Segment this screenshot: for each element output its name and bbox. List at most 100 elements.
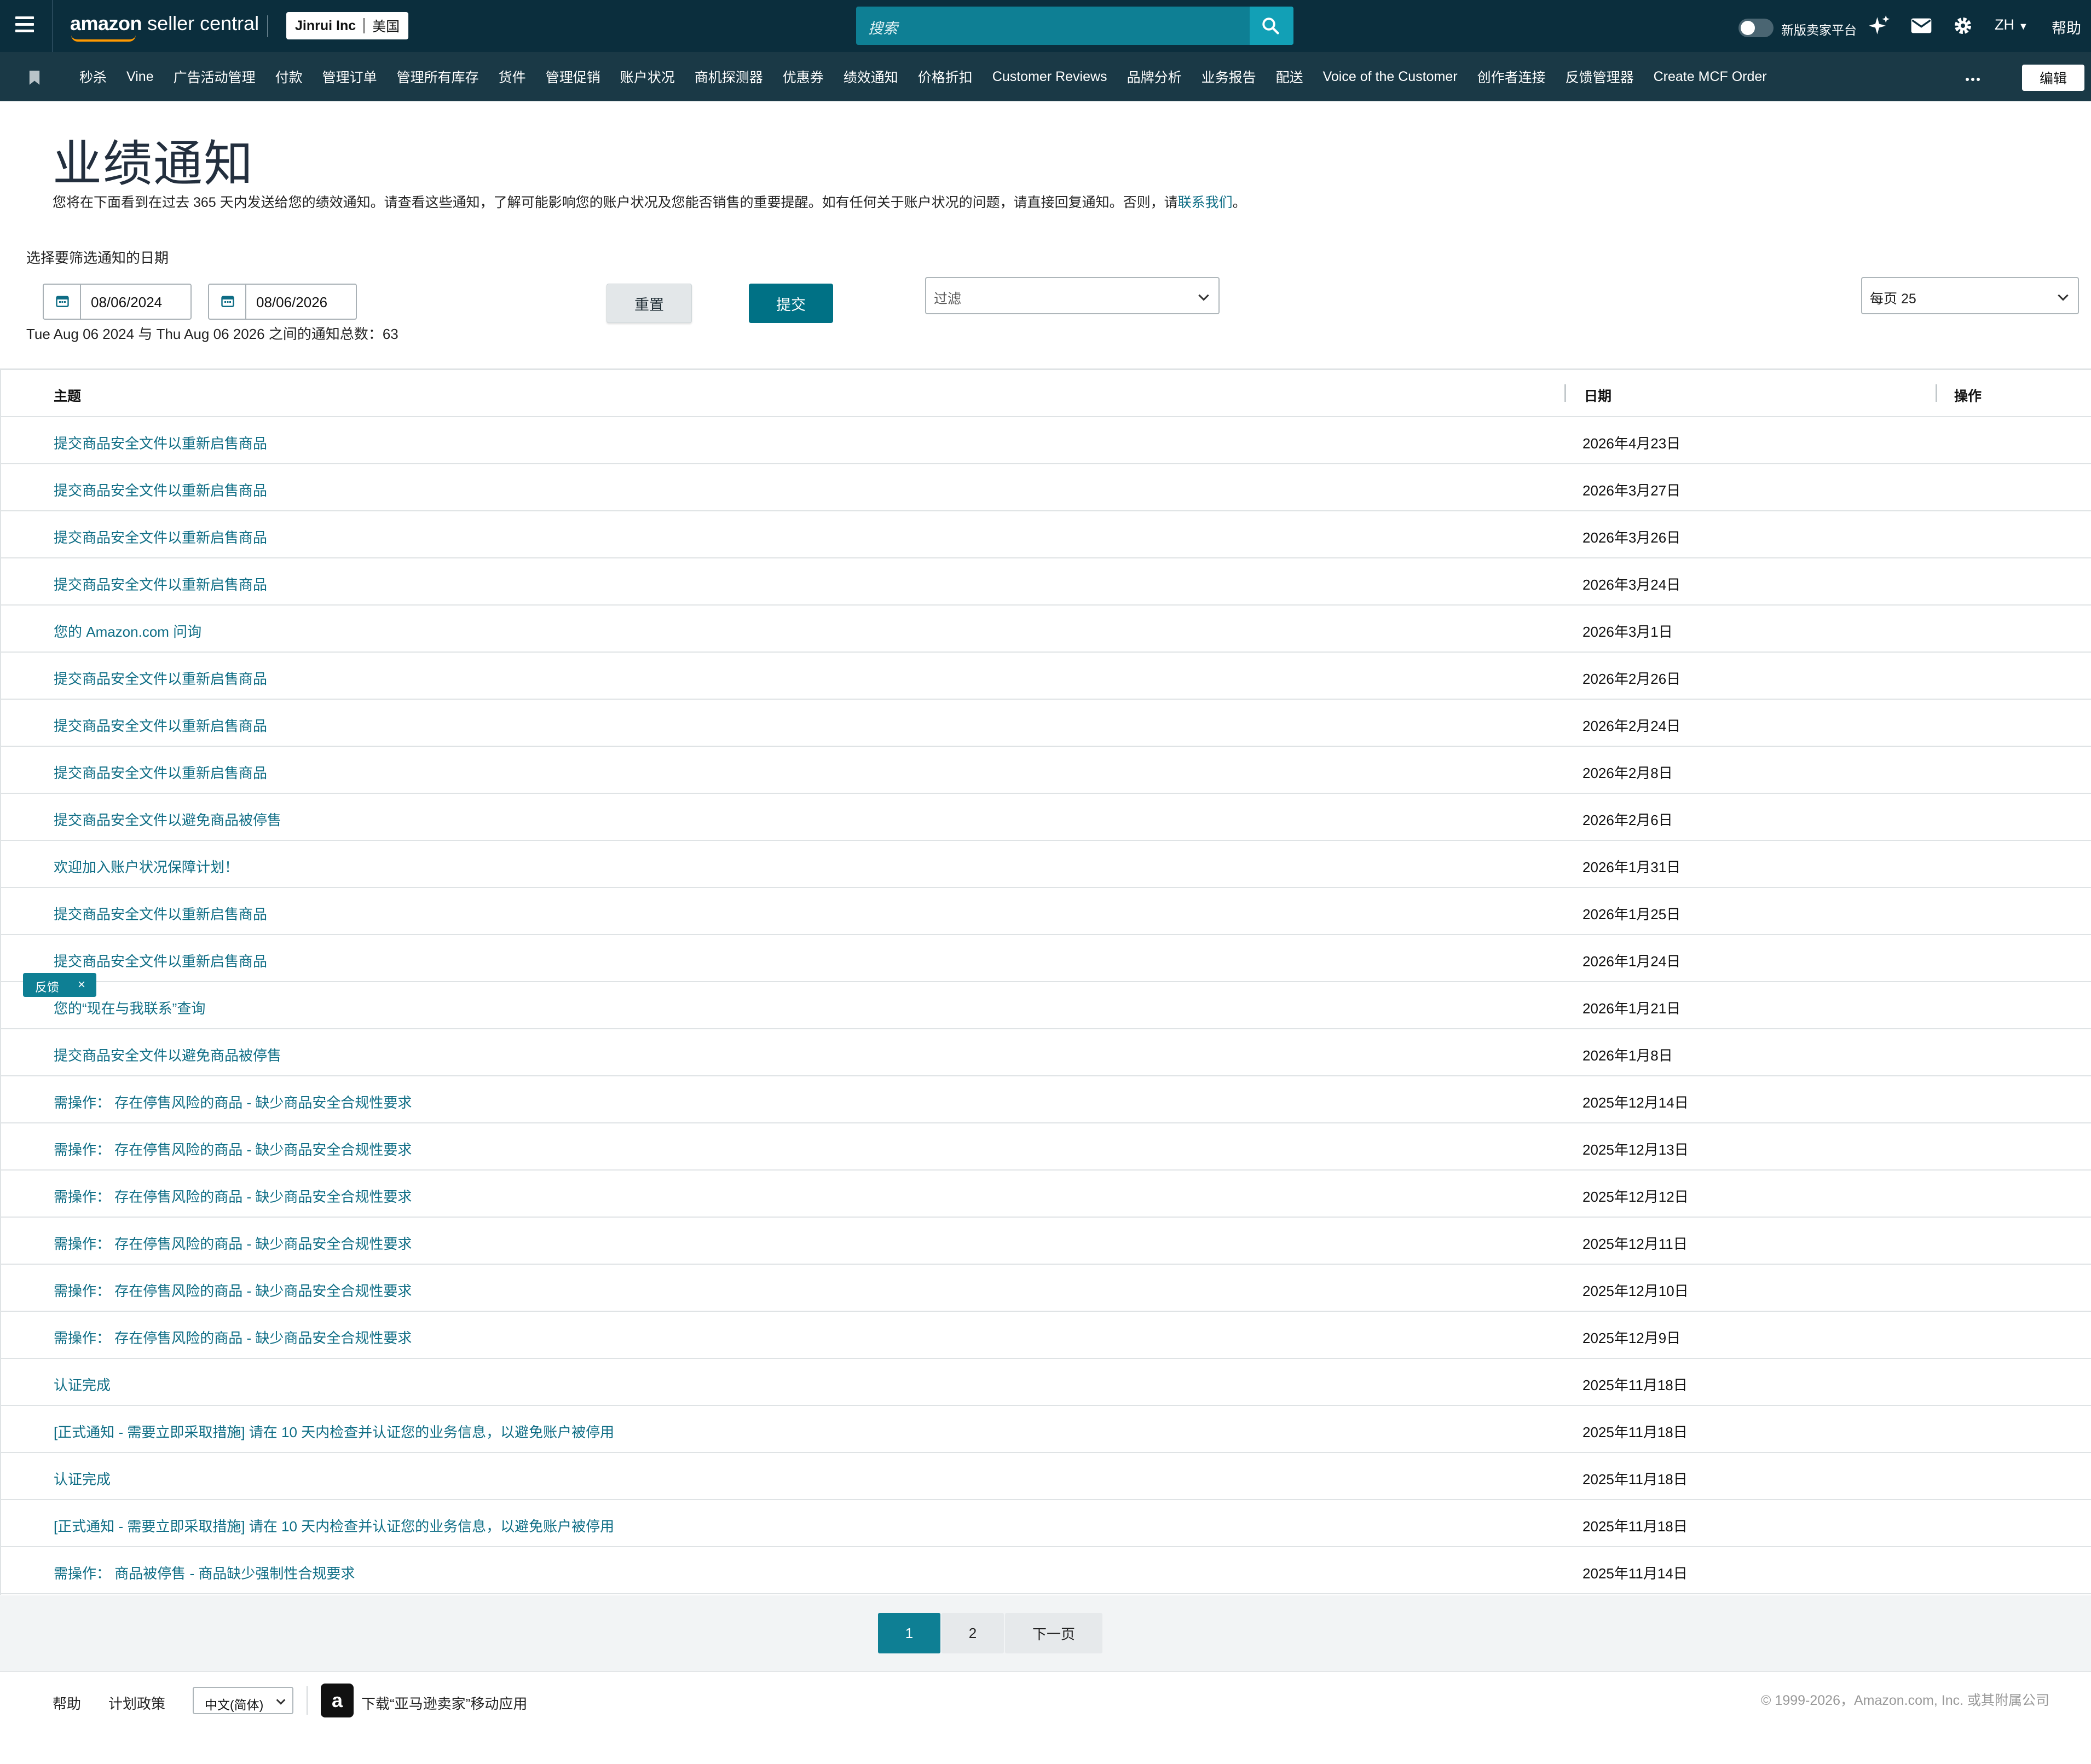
logo-seller-text: seller central [147,12,259,34]
notification-subject-link[interactable]: [正式通知 - 需要立即采取措施] 请在 10 天内检查并认证您的业务信息，以避… [54,1515,614,1536]
reset-button[interactable]: 重置 [606,284,692,323]
app-download-link[interactable]: 下载“亚马逊卖家”移动应用 [361,1693,527,1713]
account-switcher[interactable]: Jinrui Inc 美国 [286,12,409,39]
notification-subject-link[interactable]: 提交商品安全文件以重新启售商品 [54,433,267,453]
notification-subject-link[interactable]: 提交商品安全文件以重新启售商品 [54,480,267,500]
nav-item[interactable]: 货件 [489,67,536,87]
notification-subject-link[interactable]: 提交商品安全文件以重新启售商品 [54,762,267,782]
notification-subject-link[interactable]: 提交商品安全文件以重新启售商品 [54,715,267,735]
table-row: 提交商品安全文件以重新启售商品 2026年2月24日 [0,700,2091,747]
notification-subject-link[interactable]: 认证完成 [54,1374,111,1394]
notification-subject-link[interactable]: 您的 Amazon.com 问询 [54,621,201,641]
per-page-dropdown[interactable]: 每页 25 [1861,277,2079,314]
end-date-field[interactable]: 08/06/2026 [208,284,357,320]
nav-item[interactable]: Create MCF Order [1644,69,1777,85]
nav-item[interactable]: 付款 [265,67,313,87]
nav-item[interactable]: Voice of the Customer [1313,69,1468,85]
next-page-button[interactable]: 下一页 [1005,1613,1102,1653]
search-button[interactable] [1250,7,1293,45]
column-divider [1564,384,1566,402]
language-selector[interactable]: ZH ▼ [1995,16,2028,33]
nav-item[interactable]: 绩效通知 [834,67,908,87]
nav-item[interactable]: Customer Reviews [983,69,1117,85]
nav-item[interactable]: 配送 [1266,67,1313,87]
submit-button[interactable]: 提交 [749,284,833,323]
nav-item[interactable]: 商机探测器 [685,67,773,87]
calendar-icon[interactable] [209,285,246,319]
seller-central-logo[interactable]: amazon seller central [70,12,259,35]
notification-subject-link[interactable]: 欢迎加入账户状况保障计划！ [54,856,239,877]
nav-item[interactable]: 管理所有库存 [387,67,489,87]
mail-icon[interactable] [1910,16,1932,35]
notification-subject-link[interactable]: 提交商品安全文件以重新启售商品 [54,527,267,547]
table-row: 需操作： 存在停售风险的商品 - 缺少商品安全合规性要求 2025年12月11日 [0,1218,2091,1265]
nav-item[interactable]: 账户状况 [610,67,685,87]
nav-item[interactable]: 价格折扣 [908,67,983,87]
notification-count-summary: Tue Aug 06 2024 与 Thu Aug 06 2026 之间的通知总… [26,326,398,342]
divider [307,1686,308,1715]
filter-dropdown[interactable]: 过滤 [925,277,1220,314]
notification-subject-link[interactable]: 提交商品安全文件以重新启售商品 [54,668,267,688]
nav-item[interactable]: 管理促销 [536,67,610,87]
notification-subject-link[interactable]: 提交商品安全文件以重新启售商品 [54,903,267,924]
nav-item[interactable]: 反馈管理器 [1556,67,1644,87]
nav-item[interactable]: 优惠券 [773,67,834,87]
hamburger-menu-icon[interactable] [15,16,34,35]
table-row: 提交商品安全文件以重新启售商品 2026年3月27日 [0,464,2091,511]
contact-us-link[interactable]: 联系我们 [1178,195,1233,210]
footer-help-link[interactable]: 帮助 [53,1693,81,1713]
more-icon[interactable] [1966,74,1982,84]
feedback-tab[interactable]: 反馈 × [23,973,96,997]
notification-subject-link[interactable]: 需操作： 存在停售风险的商品 - 缺少商品安全合规性要求 [54,1280,412,1300]
notification-date: 2025年12月13日 [1582,1142,1689,1158]
nav-item[interactable]: 管理订单 [313,67,387,87]
nav-item[interactable]: Vine [117,69,164,85]
close-icon[interactable]: × [78,977,85,993]
notification-subject-link[interactable]: 提交商品安全文件以避免商品被停售 [54,1045,281,1065]
table-row: 您的“现在与我联系”查询 2026年1月21日 [0,982,2091,1029]
help-link[interactable]: 帮助 [2052,16,2081,38]
notification-subject-link[interactable]: 需操作： 存在停售风险的商品 - 缺少商品安全合规性要求 [54,1139,412,1159]
seller-app-icon[interactable]: a [321,1684,354,1717]
chevron-down-icon [1198,294,1209,301]
notification-subject-link[interactable]: 提交商品安全文件以避免商品被停售 [54,809,281,829]
nav-item[interactable]: 业务报告 [1192,67,1266,87]
notification-subject-link[interactable]: [正式通知 - 需要立即采取措施] 请在 10 天内检查并认证您的业务信息，以避… [54,1421,614,1442]
start-date-field[interactable]: 08/06/2024 [43,284,192,320]
notification-subject-link[interactable]: 认证完成 [54,1468,111,1489]
app-icon-letter: a [331,1689,343,1711]
notification-subject-link[interactable]: 需操作： 存在停售风险的商品 - 缺少商品安全合规性要求 [54,1327,412,1347]
table-row: 认证完成 2025年11月18日 [0,1359,2091,1406]
notification-subject-link[interactable]: 提交商品安全文件以重新启售商品 [54,950,267,971]
nav-item[interactable]: 秒杀 [70,67,117,87]
notification-subject-link[interactable]: 您的“现在与我联系”查询 [54,998,205,1018]
subject-column-header[interactable]: 主题 [54,385,81,405]
date-column-header[interactable]: 日期 [1584,385,1611,405]
notification-date: 2026年1月24日 [1582,953,1681,970]
page-2-button[interactable]: 2 [941,1613,1004,1653]
gear-icon[interactable] [1952,15,1974,37]
footer-policy-link[interactable]: 计划政策 [108,1693,165,1713]
table-row: 需操作： 商品被停售 - 商品缺少强制性合规要求 2025年11月14日 [0,1547,2091,1594]
table-row: 提交商品安全文件以避免商品被停售 2026年2月6日 [0,794,2091,841]
table-row: 需操作： 存在停售风险的商品 - 缺少商品安全合规性要求 2025年12月10日 [0,1265,2091,1312]
sparkle-icon[interactable] [1868,14,1891,37]
nav-item[interactable]: 创作者连接 [1468,67,1556,87]
nav-item[interactable]: 品牌分析 [1117,67,1192,87]
bookmark-icon[interactable] [28,71,41,85]
notification-subject-link[interactable]: 提交商品安全文件以重新启售商品 [54,574,267,594]
notifications-table: 主题 日期 操作 提交商品安全文件以重新启售商品 2026年4月23日 提交商品安… [0,368,2091,1594]
notification-subject-link[interactable]: 需操作： 存在停售风险的商品 - 缺少商品安全合规性要求 [54,1233,412,1253]
search-input[interactable]: 搜索 [856,7,1293,45]
notification-subject-link[interactable]: 需操作： 存在停售风险的商品 - 缺少商品安全合规性要求 [54,1092,412,1112]
page-1-button[interactable]: 1 [878,1613,940,1653]
new-seller-platform-toggle[interactable] [1738,19,1774,37]
edit-nav-button[interactable]: 编辑 [2022,65,2084,91]
notification-date: 2025年11月18日 [1582,1377,1688,1393]
notification-subject-link[interactable]: 需操作： 商品被停售 - 商品缺少强制性合规要求 [54,1563,355,1583]
notification-date: 2025年12月11日 [1582,1236,1688,1252]
calendar-icon[interactable] [44,285,81,319]
notification-subject-link[interactable]: 需操作： 存在停售风险的商品 - 缺少商品安全合规性要求 [54,1186,412,1206]
footer-language-select[interactable]: 中文(简体) [193,1687,293,1714]
nav-item[interactable]: 广告活动管理 [164,67,265,87]
